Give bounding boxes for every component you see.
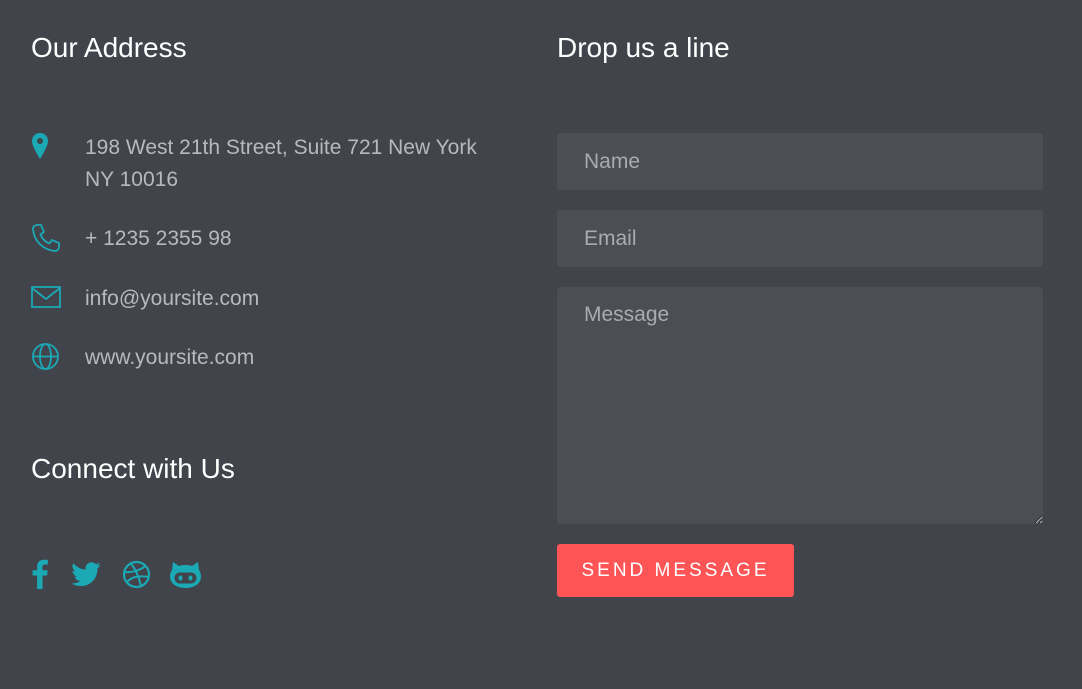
globe-icon xyxy=(31,342,63,374)
address-item: 198 West 21th Street, Suite 721 New York… xyxy=(31,132,477,191)
address-item: info@yoursite.com xyxy=(31,283,259,315)
connect-title: Connect with Us xyxy=(31,453,235,484)
address-street: 198 West 21th Street, Suite 721 New York… xyxy=(85,136,477,191)
email-input[interactable] xyxy=(557,210,1043,267)
send-message-button[interactable]: SEND MESSAGE xyxy=(557,544,794,597)
map-pin-icon xyxy=(31,132,63,164)
twitter-icon[interactable] xyxy=(71,558,101,590)
facebook-icon[interactable] xyxy=(31,558,49,590)
address-item: + 1235 2355 98 xyxy=(31,223,232,255)
name-input[interactable] xyxy=(557,133,1043,190)
form-title: Drop us a line xyxy=(557,32,730,63)
address-item: www.yoursite.com xyxy=(31,342,254,374)
address-phone: + 1235 2355 98 xyxy=(85,227,232,250)
address-email: info@yoursite.com xyxy=(85,287,260,310)
github-icon[interactable] xyxy=(169,558,201,590)
address-title: Our Address xyxy=(31,32,187,63)
dribbble-icon[interactable] xyxy=(121,558,151,590)
message-textarea[interactable] xyxy=(557,287,1043,524)
phone-icon xyxy=(31,223,63,255)
address-website: www.yoursite.com xyxy=(85,346,255,369)
social-links xyxy=(31,558,201,590)
mail-icon xyxy=(31,283,63,315)
